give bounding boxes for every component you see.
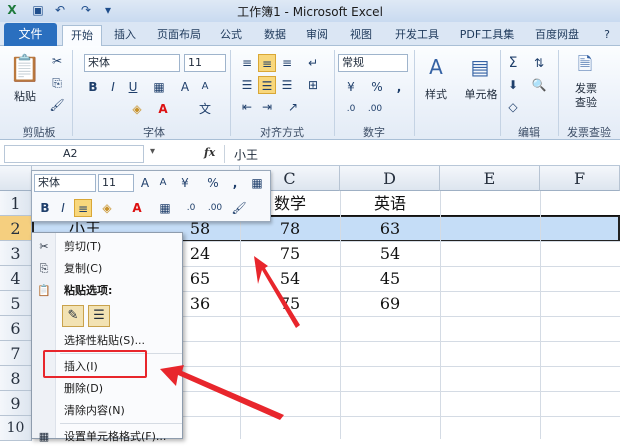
arrow-to-insert (160, 365, 284, 420)
arrow-to-row (254, 256, 300, 328)
annotation-arrows (160, 256, 300, 420)
